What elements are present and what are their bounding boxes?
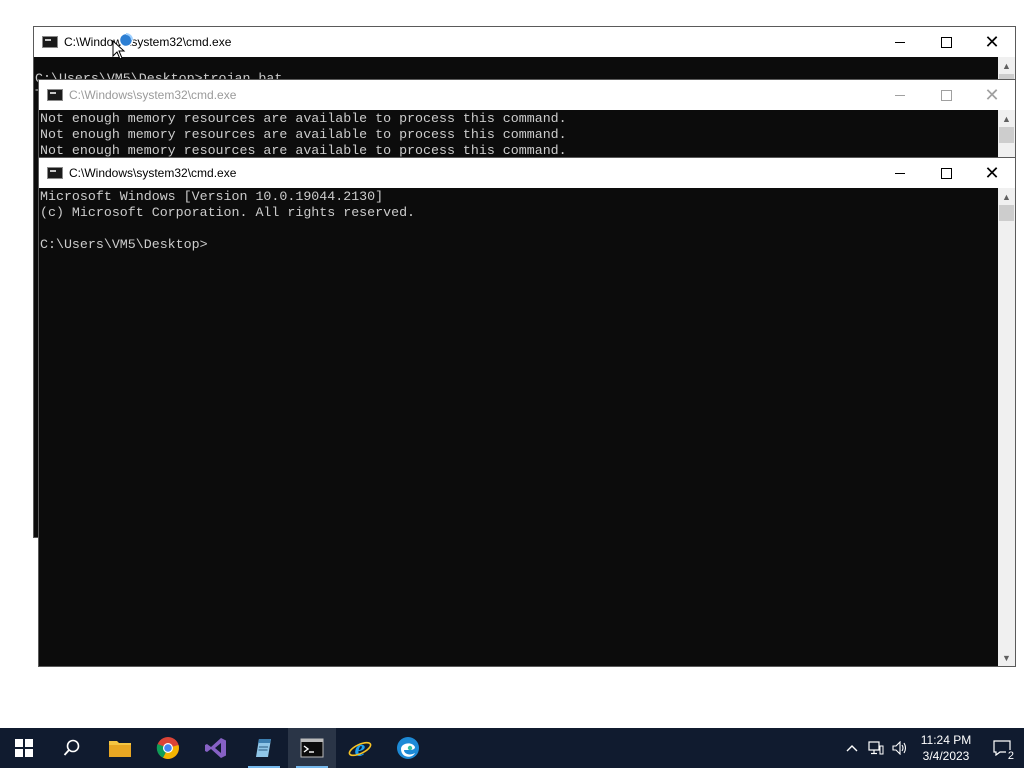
- notepad-icon: [256, 739, 271, 757]
- close-button[interactable]: ✕: [969, 80, 1015, 110]
- command-prompt[interactable]: C:\Users\VM5\Desktop>: [40, 237, 208, 252]
- taskbar-cmd[interactable]: [288, 728, 336, 768]
- search-button[interactable]: [48, 728, 96, 768]
- chrome-icon: [156, 737, 179, 759]
- title-bar[interactable]: C:\Windows\system32\cmd.exe ✕: [39, 158, 1015, 188]
- window-title: C:\Windows\system32\cmd.exe: [69, 88, 237, 102]
- console-output[interactable]: Microsoft Windows [Version 10.0.19044.21…: [39, 188, 998, 666]
- version-line: Microsoft Windows [Version 10.0.19044.21…: [40, 189, 384, 204]
- maximize-button[interactable]: [923, 80, 969, 110]
- scroll-up-icon[interactable]: ▲: [998, 57, 1015, 74]
- scroll-up-icon[interactable]: ▲: [998, 188, 1015, 205]
- cmd-icon: [47, 167, 63, 179]
- ie-icon: e: [348, 736, 372, 760]
- taskbar-file-explorer[interactable]: [96, 728, 144, 768]
- cmd-icon: [47, 89, 63, 101]
- taskbar-visual-studio[interactable]: [192, 728, 240, 768]
- taskbar: e 11:24 PM 3/4/2023 2: [0, 728, 1024, 768]
- maximize-button[interactable]: [923, 158, 969, 188]
- window-title: C:\Windows\system32\cmd.exe: [64, 35, 232, 49]
- taskbar-edge[interactable]: [384, 728, 432, 768]
- scroll-up-icon[interactable]: ▲: [998, 110, 1015, 127]
- network-icon[interactable]: [864, 728, 888, 768]
- edge-icon: [397, 737, 419, 759]
- action-center-button[interactable]: 2: [980, 728, 1024, 768]
- taskbar-clock[interactable]: 11:24 PM 3/4/2023: [916, 732, 976, 764]
- minimize-button[interactable]: [877, 27, 923, 57]
- clock-date: 3/4/2023: [922, 749, 970, 763]
- minimize-button[interactable]: [877, 80, 923, 110]
- visual-studio-icon: [205, 738, 226, 758]
- console-line: Not enough memory resources are availabl…: [40, 143, 567, 158]
- svg-text:e: e: [355, 736, 366, 760]
- notification-count-badge: 2: [1005, 750, 1016, 762]
- taskbar-chrome[interactable]: [144, 728, 192, 768]
- scroll-thumb[interactable]: [999, 127, 1014, 143]
- start-button[interactable]: [0, 728, 48, 768]
- show-hidden-icons-chevron-up-icon[interactable]: [840, 728, 864, 768]
- desktop: C:\Windows\system32\cmd.exe ✕ C:\Users\V…: [0, 0, 1024, 728]
- windows-logo-icon: [15, 739, 33, 757]
- console-line: Not enough memory resources are availabl…: [40, 111, 567, 126]
- volume-icon[interactable]: [888, 728, 912, 768]
- window-title: C:\Windows\system32\cmd.exe: [69, 166, 237, 180]
- search-icon: [63, 739, 80, 756]
- taskbar-notepad[interactable]: [240, 728, 288, 768]
- vertical-scrollbar[interactable]: ▲ ▼: [998, 188, 1015, 666]
- clock-time: 11:24 PM: [920, 733, 972, 747]
- taskbar-internet-explorer[interactable]: e: [336, 728, 384, 768]
- cmd-window-front[interactable]: C:\Windows\system32\cmd.exe ✕ Microsoft …: [38, 157, 1016, 667]
- cmd-icon: [300, 738, 324, 758]
- minimize-button[interactable]: [877, 158, 923, 188]
- close-button[interactable]: ✕: [969, 158, 1015, 188]
- folder-icon: [109, 741, 131, 757]
- system-tray: 11:24 PM 3/4/2023 2: [840, 728, 1024, 768]
- scroll-down-icon[interactable]: ▼: [998, 649, 1015, 666]
- scroll-thumb[interactable]: [999, 205, 1014, 221]
- copyright-line: (c) Microsoft Corporation. All rights re…: [40, 205, 416, 220]
- console-line: Not enough memory resources are availabl…: [40, 127, 567, 142]
- maximize-button[interactable]: [923, 27, 969, 57]
- title-bar[interactable]: C:\Windows\system32\cmd.exe ✕: [39, 80, 1015, 110]
- cmd-icon: [42, 36, 58, 48]
- title-bar[interactable]: C:\Windows\system32\cmd.exe ✕: [34, 27, 1015, 57]
- close-button[interactable]: ✕: [969, 27, 1015, 57]
- busy-cursor-icon: [118, 32, 134, 48]
